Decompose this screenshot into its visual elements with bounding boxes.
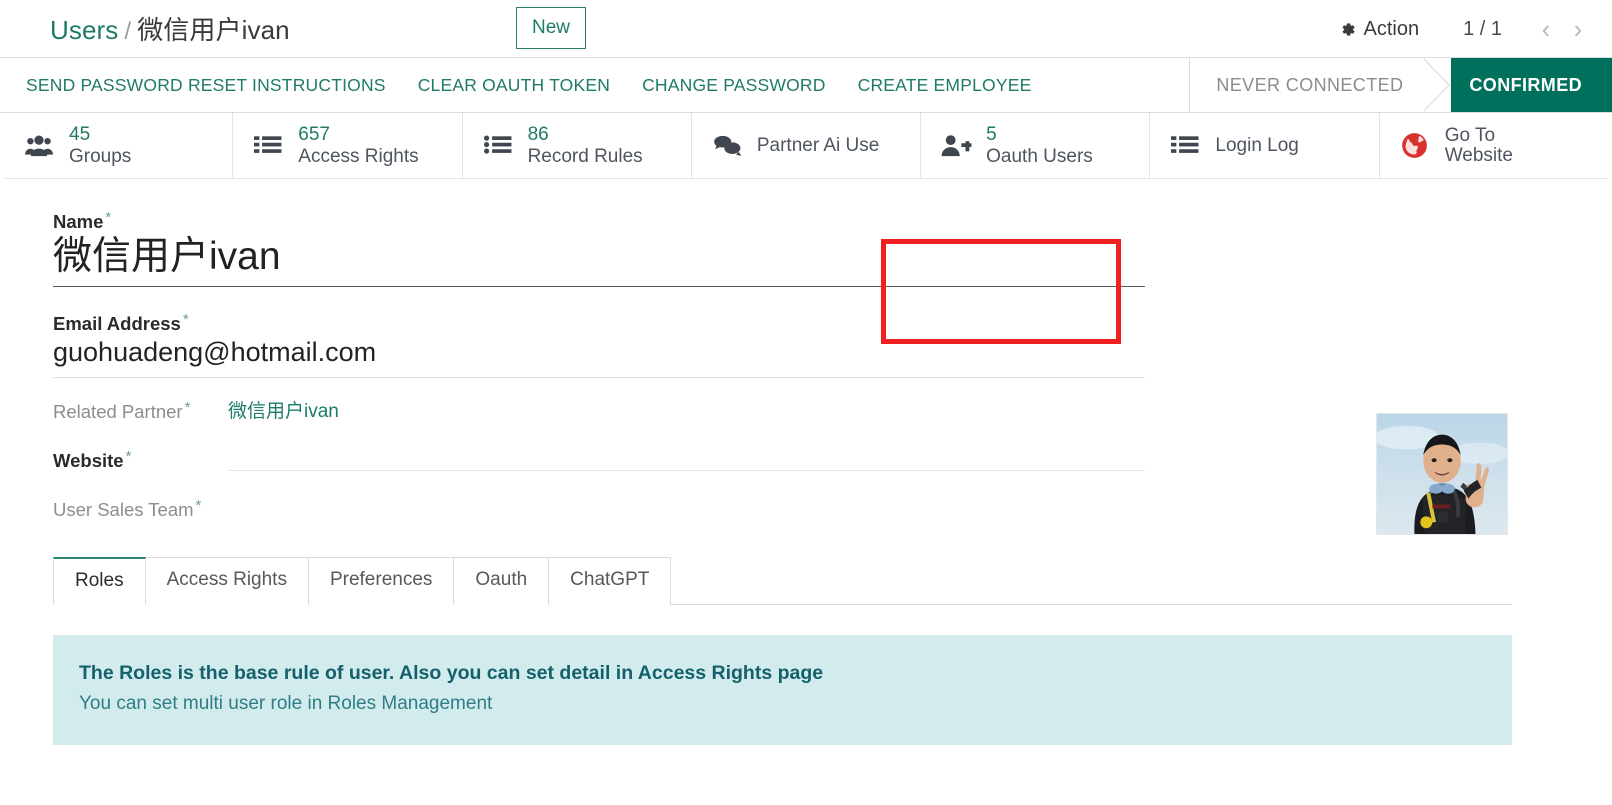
- breadcrumb: Users/微信用户ivan: [50, 10, 290, 47]
- name-input[interactable]: 微信用户ivan: [53, 233, 1145, 287]
- status-step-divider-icon: [1425, 58, 1451, 112]
- required-indicator: *: [183, 311, 189, 328]
- required-indicator: *: [196, 497, 202, 514]
- info-alert-primary-text: The Roles is the base rule of user. Also…: [79, 662, 1512, 685]
- smart-button-record-rules-text: 86 Record Rules: [528, 124, 643, 167]
- smart-button-go-to-website[interactable]: Go To Website: [1380, 113, 1608, 178]
- field-group-email: Email Address* guohuadeng@hotmail.com: [53, 311, 1612, 377]
- smart-button-partner-ai-use-label: Partner Ai Use: [757, 135, 880, 156]
- send-password-reset-instructions-button[interactable]: SEND PASSWORD RESET INSTRUCTIONS: [26, 75, 386, 96]
- smart-button-access-rights-label: Access Rights: [298, 146, 418, 167]
- tab-oauth[interactable]: Oauth: [454, 557, 549, 605]
- list-icon: [481, 131, 515, 161]
- tab-chatgpt[interactable]: ChatGPT: [549, 557, 671, 605]
- smart-button-access-rights-value: 657: [298, 124, 418, 145]
- email-field-label: Email Address: [53, 313, 181, 335]
- list-icon: [1168, 131, 1202, 161]
- status-step-never-connected[interactable]: NEVER CONNECTED: [1190, 58, 1425, 112]
- smart-button-record-rules-label: Record Rules: [528, 146, 643, 167]
- smart-button-access-rights[interactable]: 657 Access Rights: [233, 113, 462, 178]
- smart-button-bar: 45 Groups 657 Access Rights: [4, 113, 1608, 179]
- website-label: Website: [53, 450, 124, 472]
- required-indicator: *: [105, 209, 111, 226]
- clear-oauth-token-button[interactable]: CLEAR OAUTH TOKEN: [418, 75, 610, 96]
- smart-button-partner-ai-use[interactable]: Partner Ai Use: [692, 113, 921, 178]
- related-partner-link[interactable]: 微信用户ivan: [228, 401, 339, 422]
- smart-button-record-rules-value: 86: [528, 124, 643, 145]
- email-input[interactable]: guohuadeng@hotmail.com: [53, 335, 1145, 377]
- tab-access-rights[interactable]: Access Rights: [146, 557, 309, 605]
- comments-icon: [710, 131, 744, 161]
- user-sales-team-label: User Sales Team: [53, 499, 194, 521]
- users-group-icon: [22, 131, 56, 161]
- smart-button-oauth-users-label: Oauth Users: [986, 146, 1093, 167]
- form-notebook-tabs: Roles Access Rights Preferences Oauth Ch…: [53, 557, 1512, 605]
- tab-preferences[interactable]: Preferences: [309, 557, 454, 605]
- avatar[interactable]: [1376, 413, 1508, 535]
- email-field-label-row: Email Address*: [53, 311, 1612, 335]
- smart-button-record-rules[interactable]: 86 Record Rules: [463, 113, 692, 178]
- related-partner-label-col: Related Partner*: [53, 396, 228, 423]
- create-employee-button[interactable]: CREATE EMPLOYEE: [858, 75, 1032, 96]
- breadcrumb-separator: /: [124, 18, 131, 45]
- record-sheet: 45 Groups 657 Access Rights: [0, 113, 1612, 745]
- globe-icon: [1398, 131, 1432, 161]
- website-input[interactable]: [228, 445, 1145, 471]
- field-group-name: Name* 微信用户ivan: [53, 209, 1612, 287]
- smart-button-login-log[interactable]: Login Log: [1150, 113, 1379, 178]
- smart-button-login-log-label: Login Log: [1215, 135, 1298, 156]
- previous-record-button[interactable]: ‹: [1530, 16, 1562, 42]
- smart-button-login-log-text: Login Log: [1215, 135, 1298, 156]
- record-pager-count: 1 / 1: [1463, 18, 1502, 41]
- user-sales-team-label-col: User Sales Team*: [53, 494, 228, 521]
- gear-icon: [1339, 21, 1356, 38]
- new-button[interactable]: New: [516, 7, 586, 49]
- status-step-confirmed[interactable]: CONFIRMED: [1451, 58, 1612, 112]
- next-record-button[interactable]: ›: [1562, 16, 1594, 42]
- smart-button-go-to-website-text: Go To Website: [1445, 126, 1513, 166]
- top-navigation-bar: Users/微信用户ivan New Action 1 / 1 ‹ ›: [0, 0, 1612, 58]
- smart-button-go-to-website-label2: Website: [1445, 146, 1513, 166]
- record-action-bar: SEND PASSWORD RESET INSTRUCTIONS CLEAR O…: [0, 58, 1612, 113]
- smart-button-access-rights-text: 657 Access Rights: [298, 124, 418, 167]
- info-alert: The Roles is the base rule of user. Also…: [53, 635, 1512, 745]
- smart-button-go-to-website-label: Go To: [1445, 126, 1513, 146]
- breadcrumb-current: 微信用户ivan: [137, 15, 290, 45]
- name-field-label: Name: [53, 211, 103, 233]
- action-button[interactable]: Action: [1339, 18, 1419, 41]
- change-password-button[interactable]: CHANGE PASSWORD: [642, 75, 826, 96]
- status-bar: NEVER CONNECTED CONFIRMED: [1189, 58, 1612, 112]
- related-partner-label: Related Partner: [53, 401, 183, 423]
- smart-button-oauth-users-value: 5: [986, 124, 1093, 145]
- action-button-label: Action: [1363, 18, 1419, 41]
- smart-button-oauth-users[interactable]: 5 Oauth Users: [921, 113, 1150, 178]
- breadcrumb-root-link[interactable]: Users: [50, 15, 118, 45]
- info-alert-secondary-text: You can set multi user role in Roles Man…: [79, 693, 1512, 715]
- user-sales-team-input[interactable]: [228, 494, 1145, 520]
- avatar-photo: [1377, 414, 1507, 534]
- action-button-group: SEND PASSWORD RESET INSTRUCTIONS CLEAR O…: [26, 75, 1063, 96]
- tab-roles[interactable]: Roles: [53, 557, 146, 605]
- name-field-label-row: Name*: [53, 209, 1612, 233]
- smart-button-groups-value: 45: [69, 124, 131, 145]
- smart-button-groups-text: 45 Groups: [69, 124, 131, 167]
- user-form: Name* 微信用户ivan Email Address* guohuadeng…: [0, 179, 1612, 521]
- smart-button-oauth-users-text: 5 Oauth Users: [986, 124, 1093, 167]
- user-plus-icon: [939, 131, 973, 161]
- list-icon: [251, 131, 285, 161]
- smart-button-groups-label: Groups: [69, 146, 131, 167]
- required-indicator: *: [185, 399, 191, 416]
- top-right-controls: Action 1 / 1 ‹ ›: [1339, 0, 1594, 58]
- required-indicator: *: [126, 448, 132, 465]
- website-label-col: Website*: [53, 445, 228, 472]
- smart-button-partner-ai-use-text: Partner Ai Use: [757, 135, 880, 156]
- smart-button-groups[interactable]: 45 Groups: [4, 113, 233, 178]
